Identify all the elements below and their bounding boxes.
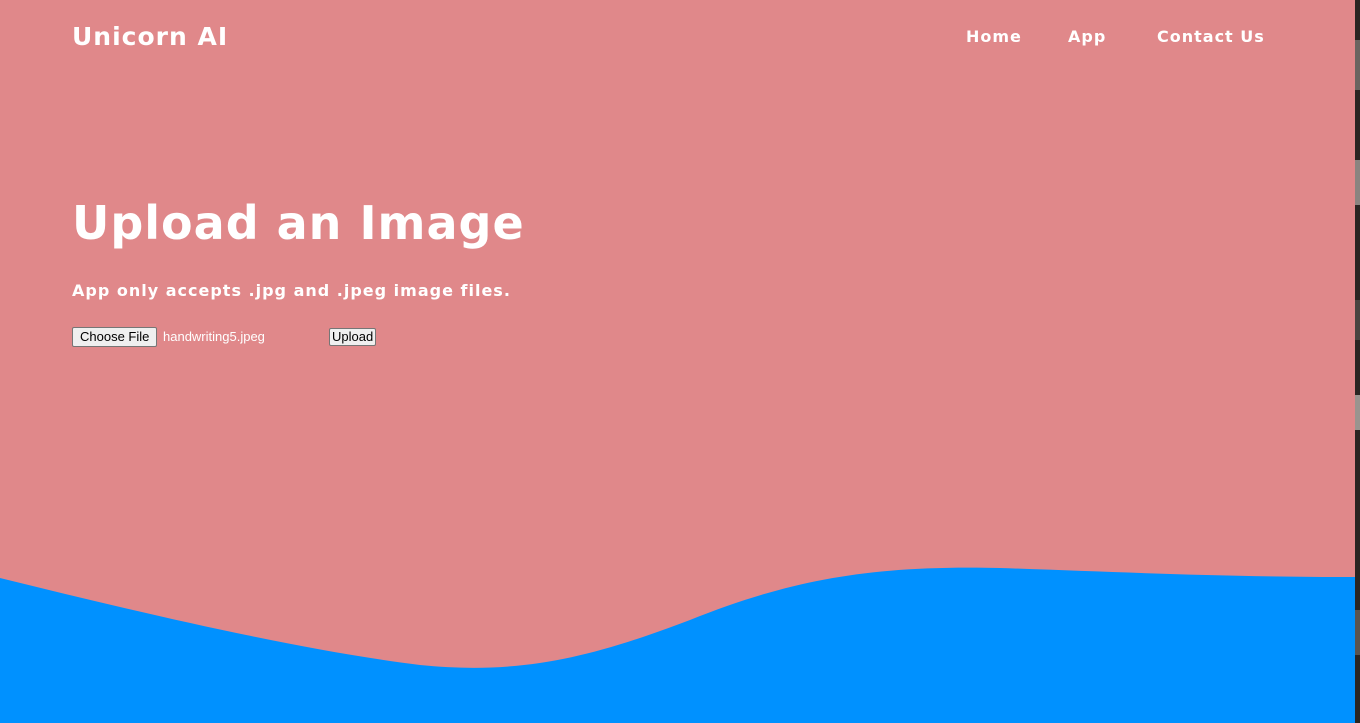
wave-decoration — [0, 567, 1355, 723]
page-title: Upload an Image — [72, 196, 525, 250]
page-subtitle: App only accepts .jpg and .jpeg image fi… — [72, 281, 511, 300]
choose-file-button[interactable]: Choose File — [72, 327, 158, 347]
brand-logo[interactable]: Unicorn AI — [72, 22, 228, 51]
background-window-edge — [1355, 0, 1360, 723]
selected-file-name: handwriting5.jpeg — [163, 329, 265, 344]
page: Unicorn AI Home App Contact Us Upload an… — [0, 0, 1355, 723]
upload-button[interactable]: Upload — [329, 328, 377, 346]
nav-app-link[interactable]: App — [1068, 27, 1106, 46]
wave-shape — [0, 567, 1355, 723]
nav-home-link[interactable]: Home — [966, 27, 1022, 46]
nav-contact-link[interactable]: Contact Us — [1157, 27, 1265, 46]
